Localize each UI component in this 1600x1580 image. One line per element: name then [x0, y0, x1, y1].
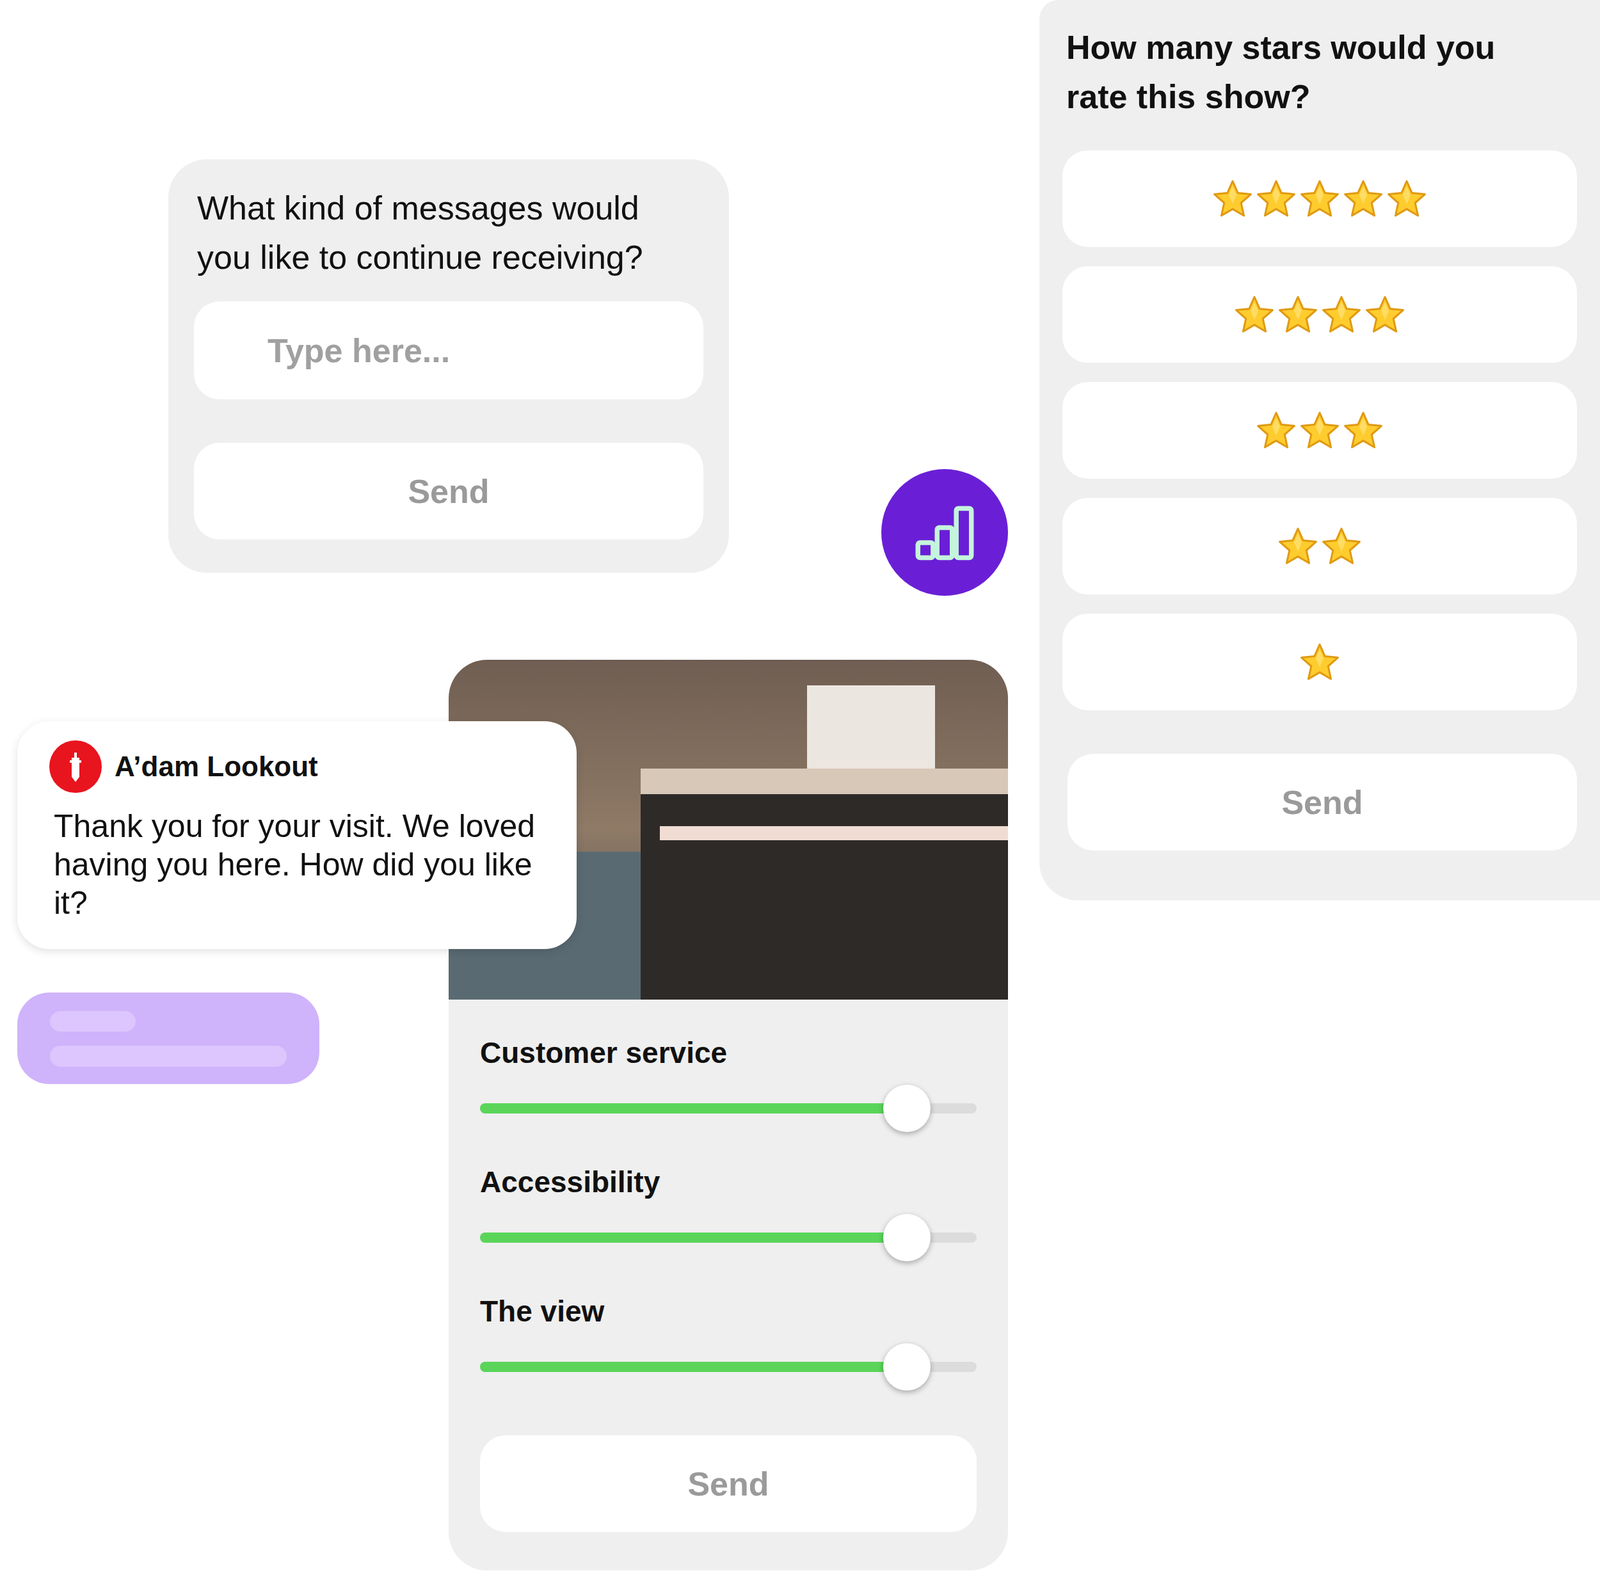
notification[interactable]: A’dam Lookout Thank you for your visit. W… — [17, 721, 577, 950]
reply-bubble — [17, 992, 320, 1085]
slider-row: The view — [480, 1293, 977, 1391]
star-icon — [1386, 178, 1428, 220]
question: What kind of messages would you like to … — [193, 183, 662, 283]
slider-panel: Customer service Accessibility The view Sen… — [448, 999, 1008, 1571]
notification-header: A’dam Lookout — [49, 740, 552, 793]
tower-deck — [640, 768, 1008, 795]
rating-options — [1062, 150, 1577, 711]
text-input[interactable] — [193, 301, 704, 400]
slider-fill — [480, 1361, 907, 1373]
send-row: Send — [1062, 753, 1577, 851]
rating-option[interactable] — [1062, 382, 1577, 479]
star-icon — [1299, 641, 1341, 683]
star-icon — [1364, 294, 1406, 336]
slider[interactable] — [480, 1343, 977, 1391]
sender: A’dam Lookout — [114, 748, 319, 785]
star-row — [1212, 178, 1428, 220]
star-icon — [1212, 178, 1254, 220]
star-row — [1255, 410, 1384, 452]
slider-row: Accessibility — [480, 1164, 977, 1262]
slider-list: Customer service Accessibility The view — [480, 1034, 977, 1391]
bar-chart-icon — [912, 503, 977, 562]
send-row: Send — [193, 442, 704, 540]
slider-fill — [480, 1103, 907, 1114]
slider-label: The view — [480, 1293, 977, 1330]
star-icon — [1299, 410, 1341, 452]
star-icon — [1342, 410, 1384, 452]
send-button[interactable]: Send — [480, 1435, 977, 1533]
skeleton-line — [49, 1045, 287, 1067]
notification-message: Thank you for your visit. We loved havin… — [49, 807, 536, 923]
star-icon — [1277, 526, 1319, 568]
question: How many stars would you rate this show? — [1062, 23, 1577, 122]
slider-label: Accessibility — [480, 1164, 977, 1200]
star-icon — [1233, 294, 1275, 336]
rating-option[interactable] — [1062, 266, 1577, 363]
rating-card: How many stars would you rate this show?… — [1039, 0, 1600, 901]
rooftop-building — [807, 685, 936, 769]
star-row — [1277, 526, 1362, 568]
star-icon — [1299, 178, 1341, 220]
star-icon — [1277, 294, 1319, 336]
star-icon — [1255, 178, 1297, 220]
star-icon — [1320, 526, 1362, 568]
star-icon — [1320, 294, 1362, 336]
star-row — [1233, 294, 1406, 336]
slider-label: Customer service — [480, 1034, 977, 1071]
send-row: Send — [480, 1435, 977, 1533]
send-button[interactable]: Send — [193, 442, 704, 540]
slider-thumb[interactable] — [883, 1084, 931, 1133]
slider-row: Customer service — [480, 1034, 977, 1133]
tower-icon — [61, 748, 90, 785]
star-icon — [1255, 410, 1297, 452]
send-button[interactable]: Send — [1067, 753, 1577, 851]
slider[interactable] — [480, 1214, 977, 1262]
slider-thumb[interactable] — [883, 1214, 931, 1262]
rating-option[interactable] — [1062, 150, 1577, 248]
tower-deck — [659, 826, 1008, 841]
slider-thumb[interactable] — [883, 1343, 931, 1391]
stats-badge[interactable] — [881, 469, 1008, 596]
rating-option[interactable] — [1062, 497, 1577, 595]
slider-fill — [480, 1232, 907, 1243]
rating-option[interactable] — [1062, 613, 1577, 711]
star-row — [1299, 641, 1341, 683]
tower — [640, 768, 1008, 1000]
slider[interactable] — [480, 1084, 977, 1133]
skeleton-line — [49, 1011, 136, 1032]
message-card: What kind of messages would you like to … — [168, 159, 729, 573]
lookout-logo — [49, 740, 102, 793]
star-icon — [1342, 178, 1384, 220]
